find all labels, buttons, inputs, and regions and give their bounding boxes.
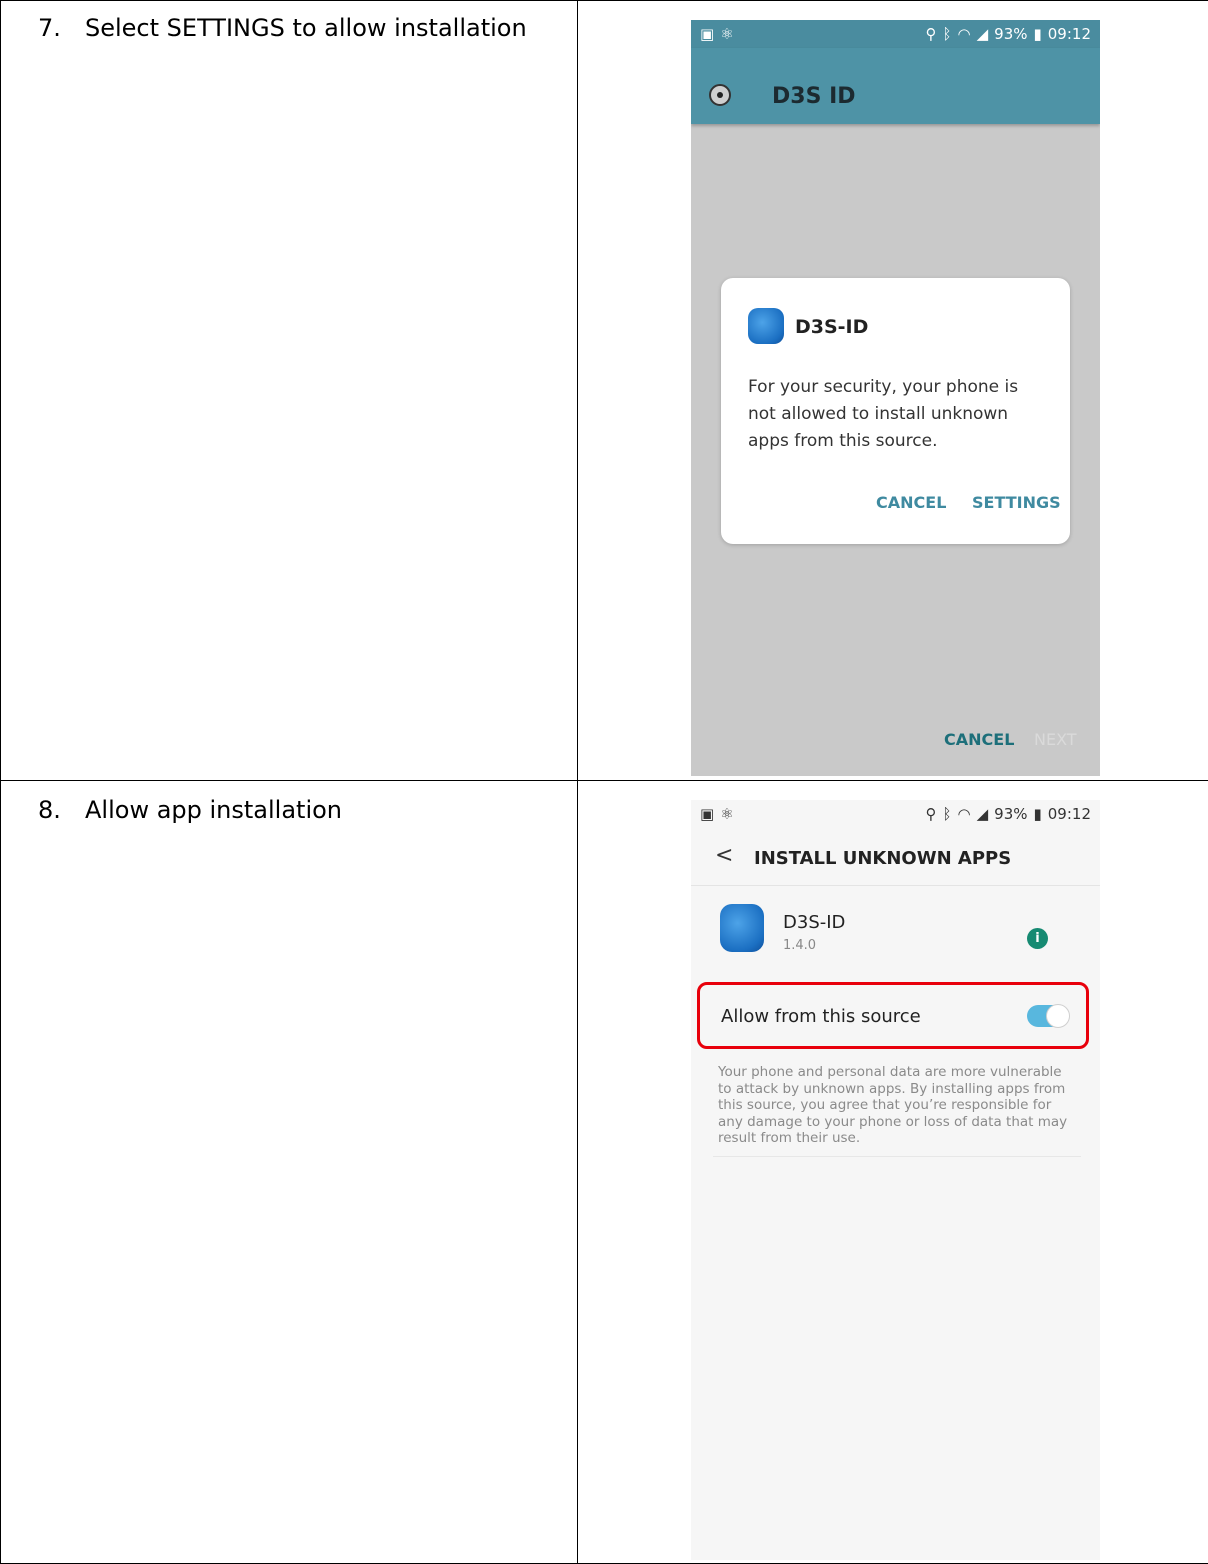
step-8-text: 8. Allow app installation (38, 796, 342, 824)
wifi-icon: ◠ (957, 25, 971, 43)
step-number: 8. (38, 796, 61, 824)
status-bar: ▣ ⚛ ⚲ ᛒ ◠ ◢ 93% ▮ 09:12 (691, 20, 1100, 48)
app-icon (748, 308, 784, 344)
step-number: 7. (38, 14, 61, 42)
location-icon: ⚲ (925, 805, 937, 823)
bluetooth-icon: ᛒ (942, 25, 952, 43)
next-button[interactable]: NEXT (1034, 730, 1077, 749)
app-name: D3S-ID (783, 912, 846, 933)
allow-from-source-toggle[interactable] (1027, 1004, 1070, 1028)
phone-screenshot-install-unknown-apps: ▣ ⚛ ⚲ ᛒ ◠ ◢ 93% ▮ 09:12 < INSTALL UNKNOW… (691, 800, 1100, 1560)
wifi-icon: ◠ (957, 805, 971, 823)
battery-percent: 93% (994, 25, 1028, 43)
clock: 09:12 (1047, 805, 1091, 823)
page-title: INSTALL UNKNOWN APPS (754, 848, 1012, 869)
allow-from-source-row[interactable]: Allow from this source (697, 982, 1089, 1049)
security-warning-text: Your phone and personal data are more vu… (718, 1064, 1068, 1146)
app-icon (720, 904, 764, 952)
toggle-knob (1046, 1004, 1070, 1028)
battery-icon: ▮ (1033, 805, 1042, 823)
table-border-left (0, 0, 1, 1564)
location-icon: ⚲ (925, 25, 937, 43)
dialog-title: D3S-ID (795, 316, 869, 338)
table-row-divider (0, 780, 1208, 781)
cancel-button[interactable]: CANCEL (944, 730, 1014, 749)
status-bar: ▣ ⚛ ⚲ ᛒ ◠ ◢ 93% ▮ 09:12 (691, 800, 1100, 828)
dialog-settings-button[interactable]: SETTINGS (972, 493, 1061, 512)
atom-icon: ⚛ (720, 25, 734, 43)
back-arrow-icon[interactable]: < (715, 843, 733, 868)
radiation-logo-icon (709, 84, 731, 106)
dialog-cancel-button[interactable]: CANCEL (876, 493, 946, 512)
allow-from-source-label: Allow from this source (721, 1006, 921, 1027)
app-version: 1.4.0 (783, 938, 817, 953)
step-description: Allow app installation (85, 796, 343, 824)
header-divider (691, 885, 1100, 886)
signal-icon: ◢ (976, 25, 989, 43)
phone-screenshot-install-blocked: ▣ ⚛ ⚲ ᛒ ◠ ◢ 93% ▮ 09:12 D3S ID D3S-ID Fo… (691, 20, 1100, 776)
battery-percent: 93% (994, 805, 1028, 823)
dialog-message: For your security, your phone is not all… (748, 377, 1019, 451)
app-bar-title: D3S ID (772, 84, 856, 109)
content-divider (713, 1156, 1081, 1157)
info-icon[interactable]: i (1027, 928, 1048, 949)
unknown-apps-dialog: D3S-ID For your security, your phone is … (721, 278, 1070, 544)
step-7-text: 7. Select SETTINGS to allow installation (38, 14, 527, 42)
battery-icon: ▮ (1033, 25, 1042, 43)
clock: 09:12 (1047, 25, 1091, 43)
app-bar: D3S ID (691, 48, 1100, 124)
gallery-icon: ▣ (700, 25, 715, 43)
signal-icon: ◢ (976, 805, 989, 823)
table-column-divider (577, 0, 578, 1564)
step-description: Select SETTINGS to allow installation (85, 14, 527, 42)
table-border-top (0, 0, 1208, 1)
gallery-icon: ▣ (700, 805, 715, 823)
bluetooth-icon: ᛒ (942, 805, 952, 823)
atom-icon: ⚛ (720, 805, 734, 823)
